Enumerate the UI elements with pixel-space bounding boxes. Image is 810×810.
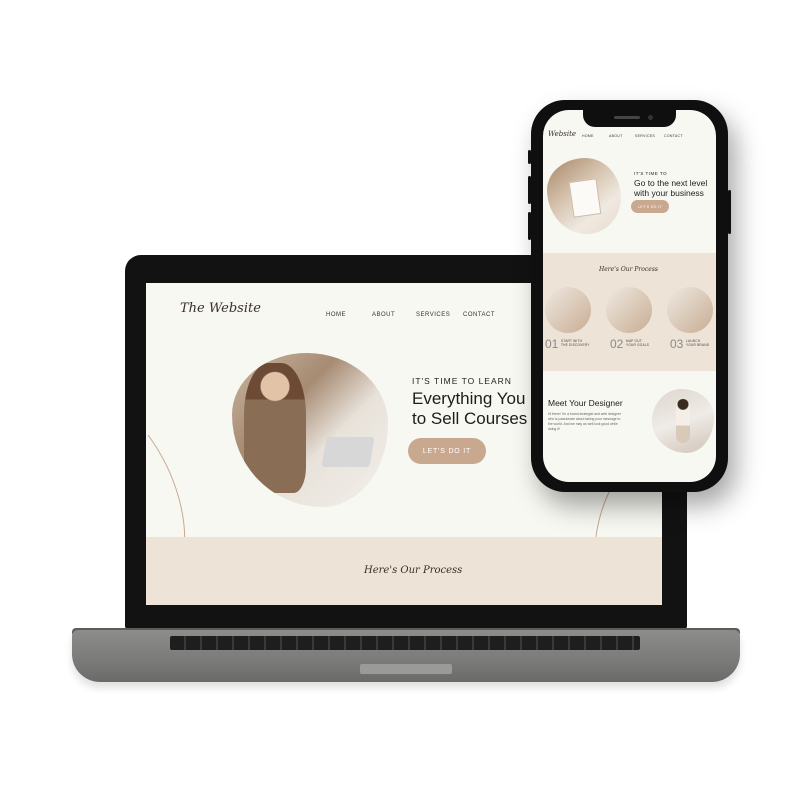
designer-photo (652, 389, 714, 453)
phone-nav-contact[interactable]: CONTACT (664, 134, 683, 138)
process-step-number: 02 (610, 337, 624, 351)
laptop-trackpad (360, 664, 452, 674)
phone-site-logo[interactable]: Website (548, 130, 576, 138)
process-step-label: LAUNCH YOUR BRAND (686, 339, 709, 347)
meet-designer-text: Hi there! I'm a brand strategist and web… (548, 412, 622, 431)
phone-nav-about[interactable]: ABOUT (609, 134, 623, 138)
hero-title: Everything You to Sell Courses (412, 389, 527, 429)
process-step-image (545, 287, 591, 333)
laptop-nav-contact[interactable]: CONTACT (463, 312, 495, 318)
phone-volume-up (528, 176, 531, 204)
woman-figure (244, 363, 306, 493)
mini-laptop-graphic (321, 437, 375, 467)
process-step-label-line: YOUR BRAND (686, 343, 710, 347)
phone-nav-services[interactable]: SERVICES (635, 134, 655, 138)
phone-hero-image (547, 158, 621, 234)
phone-nav-home[interactable]: HOME (582, 134, 594, 138)
hero-cta-button[interactable]: LET'S DO IT (408, 438, 486, 464)
phone-camera (648, 115, 653, 120)
process-step-label-line: THE DISCOVERY (561, 343, 590, 347)
laptop-process-section: Here's Our Process (146, 537, 662, 605)
phone-process-title: Here's Our Process (599, 266, 658, 273)
phone-hero-title-line1: Go to the next level (634, 178, 708, 188)
laptop-site-logo[interactable]: The Website (180, 301, 261, 316)
process-step-number: 01 (545, 337, 559, 351)
hero-title-line1: Everything You (412, 389, 526, 408)
process-step-label: MAP OUT YOUR GOALS (626, 339, 649, 347)
phone-volume-down (528, 212, 531, 240)
laptop-keyboard (170, 636, 640, 650)
hero-image-woman-laptop (232, 353, 388, 507)
phone-hero-cta-button[interactable]: LET'S DO IT (631, 200, 669, 213)
laptop-process-title: Here's Our Process (364, 565, 463, 576)
hero-kicker: IT'S TIME TO LEARN (412, 376, 512, 386)
phone-side-button (528, 150, 531, 164)
process-step-label-line: YOUR GOALS (626, 343, 650, 347)
hero-title-line2: to Sell Courses (412, 409, 528, 428)
designer-figure (676, 399, 690, 443)
process-step-label: START WITH THE DISCOVERY (561, 339, 590, 347)
laptop-nav-about[interactable]: ABOUT (372, 312, 395, 318)
laptop-nav-home[interactable]: HOME (326, 312, 346, 318)
clipboard-graphic (568, 178, 602, 218)
process-step-image (606, 287, 652, 333)
meet-designer-title: Meet Your Designer (548, 398, 623, 408)
phone-screen: Website HOME ABOUT SERVICES CONTACT IT'S… (543, 110, 716, 482)
phone-power-button (728, 190, 731, 234)
laptop-nav-services[interactable]: SERVICES (416, 312, 450, 318)
process-step-number: 03 (670, 337, 684, 351)
phone-process-section: Here's Our Process 01 START WITH THE DIS… (543, 253, 716, 371)
phone-speaker (614, 116, 640, 119)
phone-hero-kicker: IT'S TIME TO (634, 171, 668, 176)
phone-hero-title: Go to the next level with your business (634, 178, 707, 198)
phone-hero-title-line2: with your business (634, 188, 704, 198)
process-step-image (667, 287, 713, 333)
